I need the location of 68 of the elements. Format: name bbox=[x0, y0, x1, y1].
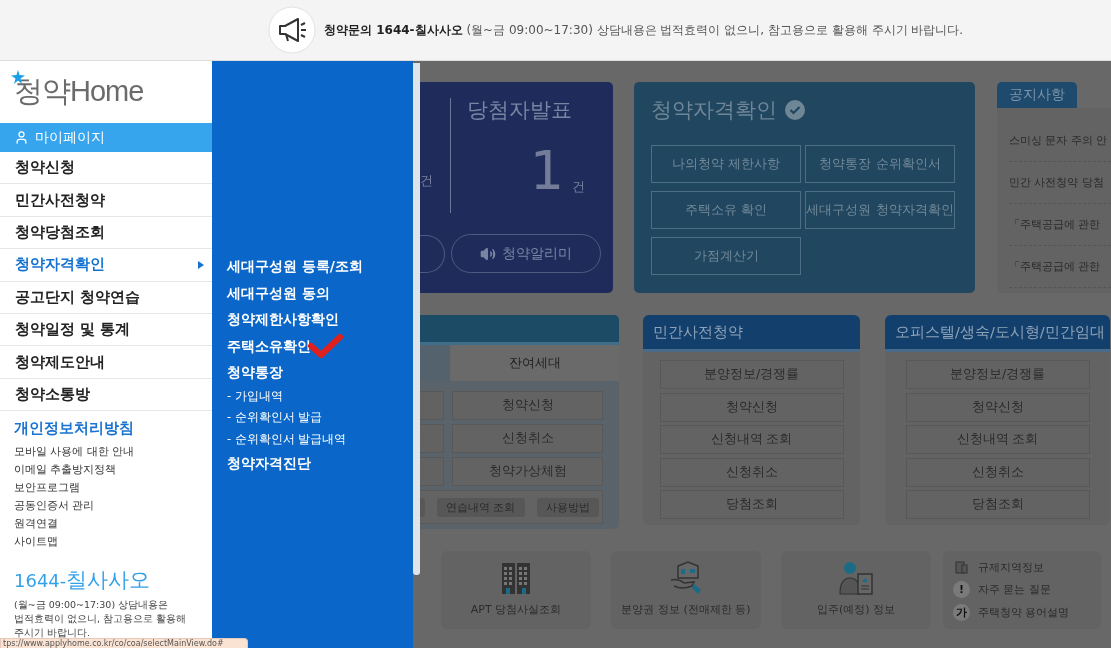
footer-link[interactable]: 사이트맵 bbox=[14, 532, 212, 551]
service-button[interactable]: 신청내역 조회 bbox=[905, 425, 1090, 454]
apply-button[interactable]: 신청취소 bbox=[452, 424, 603, 453]
service-button[interactable]: 당첨조회 bbox=[659, 490, 844, 519]
button-stub[interactable] bbox=[420, 457, 444, 486]
eligibility-button[interactable]: 청약통장 순위확인서 bbox=[805, 145, 955, 183]
submenu-item[interactable]: 청약통장 bbox=[227, 359, 363, 386]
notice-tab[interactable]: 공지사항 bbox=[997, 82, 1077, 108]
eligibility-button[interactable]: 세대구성원 청약자격확인 bbox=[805, 191, 955, 229]
tile-label: APT 당첨사실조회 bbox=[470, 602, 562, 617]
eligibility-button[interactable]: 주택소유 확인 bbox=[651, 191, 801, 229]
shortcut-tile[interactable]: APT 당첨사실조회 bbox=[441, 551, 591, 629]
tab-stub[interactable] bbox=[420, 345, 450, 381]
megaphone-icon bbox=[268, 6, 316, 54]
service-button[interactable]: 분양정보/경쟁률 bbox=[659, 360, 844, 389]
remaining-units-tab[interactable]: 잔여세대 bbox=[450, 345, 619, 381]
card-title: 오피스텔/생숙/도시형/민간임대 bbox=[885, 315, 1110, 352]
footer-link[interactable]: 모바일 사용에 대한 안내 bbox=[14, 442, 212, 461]
caret-icon bbox=[198, 260, 204, 269]
chip-stub[interactable] bbox=[420, 497, 425, 517]
pill-button[interactable] bbox=[420, 234, 445, 273]
footer-link[interactable]: 원격연결 bbox=[14, 514, 212, 533]
service-button[interactable]: 신청내역 조회 bbox=[659, 425, 844, 454]
apply-button[interactable]: 청약신청 bbox=[452, 391, 603, 420]
phone-number: 1644-칠사사오 bbox=[14, 567, 152, 595]
scrollbar[interactable] bbox=[413, 63, 420, 575]
service-button[interactable]: 분양정보/경쟁률 bbox=[905, 360, 1090, 389]
user-icon bbox=[14, 130, 29, 145]
service-button[interactable]: 신청취소 bbox=[905, 457, 1090, 487]
glyph-icon: 가 bbox=[953, 603, 970, 621]
submenu-item[interactable]: 청약제한사항확인 bbox=[227, 306, 363, 333]
submenu-item[interactable]: 세대구성원 동의 bbox=[227, 279, 363, 306]
footer-link[interactable]: 공동인증서 관리 bbox=[14, 496, 212, 515]
speaker-icon bbox=[480, 245, 496, 262]
submenu-subitem[interactable]: - 순위확인서 발급 bbox=[227, 407, 363, 429]
card-title: 민간사전청약 bbox=[643, 315, 860, 352]
eligibility-button[interactable]: 나의청약 제한사항 bbox=[651, 145, 801, 183]
footer-link[interactable]: 이메일 추출방지정책 bbox=[14, 460, 212, 479]
submenu-item[interactable]: 주택소유확인 bbox=[227, 332, 363, 359]
site-logo[interactable]: 청약Home bbox=[14, 72, 144, 112]
button-stub[interactable] bbox=[420, 391, 444, 420]
unit-label: 건 bbox=[572, 178, 585, 196]
service-button[interactable]: 청약신청 bbox=[905, 392, 1090, 422]
service-button[interactable]: 당첨조회 bbox=[905, 490, 1090, 519]
submenu-subitem[interactable]: - 순위확인서 발급내역 bbox=[227, 428, 363, 450]
submenu-item[interactable]: 청약자격진단 bbox=[227, 450, 363, 477]
submenu-item[interactable]: 세대구성원 등록/조회 bbox=[227, 253, 363, 280]
submenu-subitem[interactable]: - 가입내역 bbox=[227, 385, 363, 407]
privacy-policy-link[interactable]: 개인정보처리방침 bbox=[14, 419, 212, 439]
button-stub[interactable] bbox=[420, 424, 444, 453]
status-url: tps://www.applyhome.co.kr/co/coa/selectMainView.do# bbox=[0, 638, 248, 648]
service-button[interactable]: 청약신청 bbox=[659, 392, 844, 422]
consultation-note: (월~금 09:00~17:30) 상담내용은 법적효력이 없으니, 참고용으로 활용해 주시기 바랍니다. bbox=[14, 598, 188, 639]
unit-label: 건 bbox=[420, 172, 434, 190]
service-button[interactable]: 신청취소 bbox=[659, 457, 844, 487]
person-with-document-icon bbox=[838, 560, 874, 596]
notice-text: 청약문의 1644-칠사사오 (월~금 09:00~17:30) 상담내용은 법적효력이 없으니, 참고용으로 활용해 주시기 바랍니다. bbox=[324, 21, 964, 39]
eligibility-button[interactable]: 가점계산기 bbox=[651, 237, 801, 275]
card-title: 청약자격확인 bbox=[651, 97, 777, 124]
document-icon bbox=[955, 560, 968, 574]
mypage-link[interactable]: 마이페이지 bbox=[0, 123, 212, 152]
winner-count: 1 bbox=[529, 146, 564, 196]
check-circle-icon bbox=[785, 100, 805, 120]
footer-link[interactable]: 보안프로그램 bbox=[14, 478, 212, 497]
glyph-icon: ! bbox=[953, 580, 970, 598]
house-in-hand-icon bbox=[668, 560, 704, 596]
apply-button[interactable]: 청약가상체험 bbox=[452, 457, 603, 486]
card-title: 당첨자발표 bbox=[467, 97, 573, 124]
